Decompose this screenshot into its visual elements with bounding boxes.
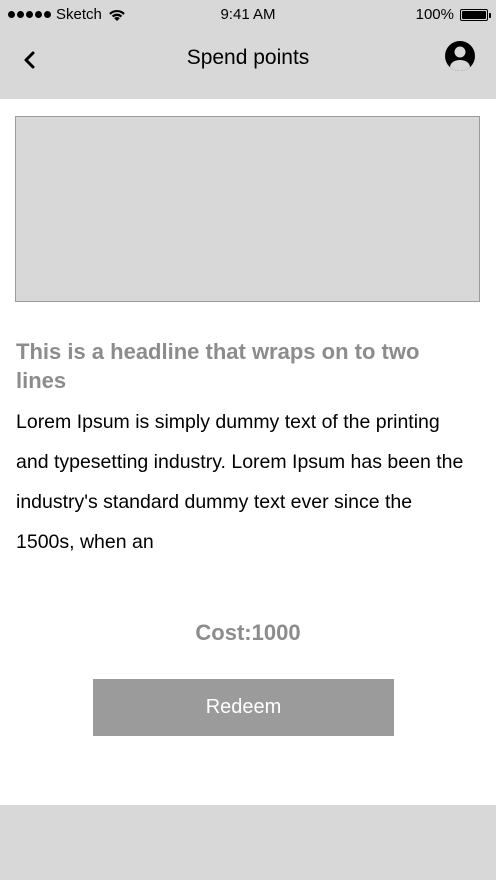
profile-button[interactable] [444,40,476,72]
redeem-button[interactable]: Redeem [93,679,394,736]
battery-percentage: 100% [415,6,454,23]
headline: This is a headline that wraps on to two … [16,339,420,393]
status-bar: Sketch 9:41 AM 100% [0,0,496,30]
user-circle-icon [445,41,475,71]
image-placeholder [15,116,480,302]
cost-label: Cost:1000 [195,620,301,645]
redeem-button-label: Redeem [205,696,282,718]
navigation-bar: Spend points [0,30,496,90]
bottom-bar [0,805,496,880]
page-title: Spend points [186,46,310,69]
status-right: 100% [415,6,491,23]
battery-icon [460,8,491,21]
body-text: Lorem Ipsum is simply dummy text of the … [16,411,464,553]
